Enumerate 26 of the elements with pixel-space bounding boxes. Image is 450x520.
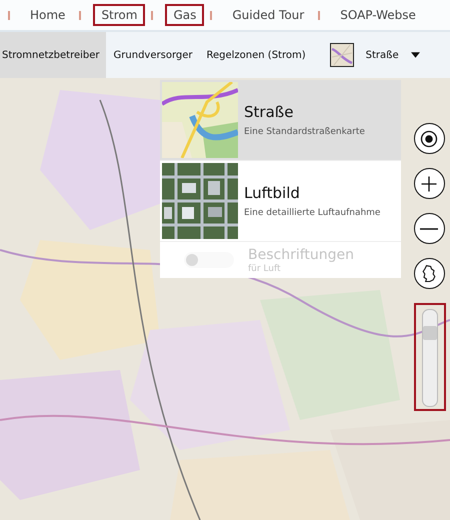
option-description: Eine detaillierte Luftaufnahme — [244, 208, 380, 218]
map-style-icon — [330, 43, 354, 67]
caret-icon — [410, 52, 420, 58]
option-title: Luftbild — [244, 184, 301, 202]
zoom-slider[interactable] — [422, 309, 438, 407]
nav-link[interactable]: Gas — [165, 4, 204, 26]
option-description: Eine Standardstraßenkarte — [244, 127, 365, 137]
toggle-label: Beschriftungen — [248, 246, 354, 262]
minus-icon — [420, 228, 438, 230]
nav-link[interactable]: SOAP-Webse — [332, 4, 424, 26]
aerial-photo-icon — [162, 163, 238, 239]
layer-tab[interactable]: Stromnetzbetreiber — [0, 32, 106, 78]
map-style-option[interactable]: Luftbild Eine detaillierte Luftaufnahme — [160, 161, 401, 242]
nav-link[interactable]: Home — [22, 4, 74, 26]
option-title: Straße — [244, 103, 294, 121]
map-style-dropdown[interactable]: Straße — [354, 39, 426, 71]
nav-link[interactable]: Strom — [93, 4, 146, 26]
toggle-description: für Luft — [248, 264, 282, 274]
road-map-icon — [162, 82, 238, 158]
layer-tab[interactable]: Grundversorger — [112, 32, 198, 78]
map-style-option[interactable]: Straße Eine Standardstraßenkarte — [160, 80, 401, 161]
nav-link[interactable]: Guided Tour — [224, 4, 312, 26]
layer-tab[interactable]: Regelzonen (Strom) — [204, 32, 312, 78]
slider-thumb[interactable] — [423, 326, 437, 340]
plus-icon — [419, 174, 439, 194]
locate-icon — [419, 128, 439, 148]
